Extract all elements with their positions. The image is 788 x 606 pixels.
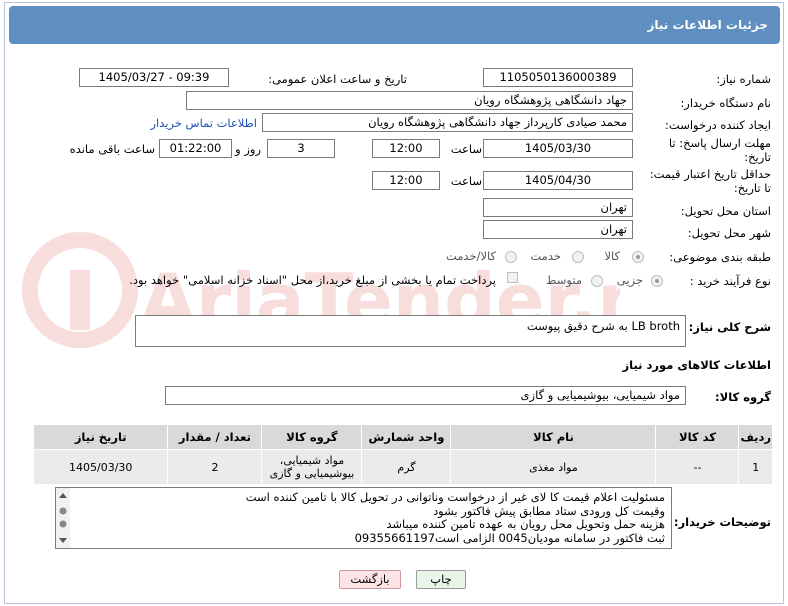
treasury-payment-checkbox[interactable] [507, 272, 518, 283]
goods-section-title: اطلاعات کالاهای مورد نیاز [622, 358, 771, 372]
remaining-label: ساعت باقی مانده [69, 142, 155, 156]
price-valid-label-2: تا تاریخ: [733, 181, 771, 195]
category-service-radio[interactable] [572, 251, 584, 263]
buyer-notes-label: توضیحات خریدار: [673, 515, 771, 529]
cell-row: 1 [738, 449, 773, 485]
creator-label: ایجاد کننده درخواست: [665, 118, 771, 132]
scroll-thumb-2[interactable] [59, 520, 67, 528]
days-field: 3 [267, 139, 335, 158]
process-medium-radio[interactable] [591, 275, 603, 287]
price-valid-date-field: 1405/04/30 [483, 171, 633, 190]
cell-group-line1: مواد شیمیایی، [279, 454, 345, 467]
process-partial-label: جزیی [616, 273, 643, 287]
col-code: کد کالا [655, 424, 740, 450]
price-valid-label-1: حداقل تاریخ اعتبار قیمت: [649, 167, 771, 181]
category-both-label: کالا/خدمت [445, 249, 496, 263]
province-label: استان محل تحویل: [680, 204, 771, 218]
general-desc-label: شرح کلی نیاز: [688, 320, 771, 334]
payment-note: پرداخت تمام یا بخشی از مبلغ خرید،از محل … [129, 273, 496, 287]
buyer-notes-field: مسئولیت اعلام قیمت کا لای غیر از درخواست… [55, 487, 672, 549]
cell-name: مواد مغذی [450, 449, 657, 485]
scroll-up-icon[interactable] [59, 493, 67, 498]
cell-date: 1405/03/30 [32, 449, 169, 485]
days-label: روز و [235, 142, 261, 156]
category-goods-label: کالا [604, 249, 620, 263]
scroll-thumb[interactable] [59, 507, 67, 515]
general-desc-field: LB broth به شرح دقیق پیوست [135, 315, 686, 347]
buyer-org-label: نام دستگاه خریدار: [680, 96, 771, 110]
cell-unit: گرم [361, 449, 452, 485]
goods-table: ردیف کد کالا نام کالا واحد شمارش گروه کا… [32, 424, 773, 485]
col-group: گروه کالا [261, 424, 363, 450]
buyer-note-line: هزینه حمل وتحویل محل رویان به عهده تامین… [386, 517, 665, 531]
goods-group-label: گروه کالا: [715, 390, 771, 404]
buyer-notes-scrollbar[interactable] [56, 488, 70, 548]
goods-group-field: مواد شیمیایی، بیوشیمیایی و گازی [165, 386, 686, 405]
table-row: 1 -- مواد مغذی گرم مواد شیمیایی، بیوشیمی… [32, 449, 773, 485]
need-number-label: شماره نیاز: [716, 72, 771, 86]
cell-code: -- [655, 449, 740, 485]
deadline-time-label: ساعت [450, 142, 482, 156]
process-label: نوع فرآیند خرید : [689, 274, 771, 288]
remaining-time-field: 01:22:00 [159, 139, 232, 158]
category-label: طبقه بندی موضوعی: [669, 250, 771, 264]
col-name: نام کالا [450, 424, 657, 450]
back-button[interactable]: بازگشت [339, 570, 401, 589]
announce-label: تاریخ و ساعت اعلان عمومی: [268, 72, 407, 86]
col-unit: واحد شمارش [361, 424, 452, 450]
need-number-field: 1105050136000389 [483, 68, 633, 87]
buyer-org-field: جهاد دانشگاهی پژوهشگاه رویان [186, 91, 633, 110]
city-field: تهران [483, 220, 633, 239]
deadline-label-1: مهلت ارسال پاسخ: تا [668, 136, 771, 150]
col-row: ردیف [738, 424, 773, 450]
title-bar: جزئیات اطلاعات نیاز [9, 6, 780, 44]
process-medium-label: متوسط [545, 273, 582, 287]
price-valid-time-label: ساعت [450, 174, 482, 188]
process-partial-radio[interactable] [651, 275, 663, 287]
cell-group: مواد شیمیایی، بیوشیمیایی و گازی [261, 449, 363, 485]
price-valid-time-field: 12:00 [372, 171, 440, 190]
deadline-time-field: 12:00 [372, 139, 440, 158]
contact-info-link[interactable]: اطلاعات تماس خریدار [150, 116, 257, 130]
creator-field: محمد صیادی کارپرداز جهاد دانشگاهی پژوهشگ… [262, 113, 633, 132]
scroll-down-icon[interactable] [59, 538, 67, 543]
buyer-note-line: مسئولیت اعلام قیمت کا لای غیر از درخواست… [245, 490, 665, 504]
goods-table-header: ردیف کد کالا نام کالا واحد شمارش گروه کا… [32, 424, 773, 450]
page-title: جزئیات اطلاعات نیاز [647, 18, 768, 32]
buyer-note-line: وقیمت کل ورودی ستاد مطابق پیش فاکتور بشو… [433, 503, 665, 518]
buyer-note-line: ثبت فاکتور در سامانه مودیان0045 الزامی ا… [354, 530, 665, 545]
col-date: تاریخ نیاز [32, 424, 169, 450]
deadline-date-field: 1405/03/30 [483, 139, 633, 158]
announce-date-field: 1405/03/27 - 09:39 [79, 68, 229, 87]
cell-qty: 2 [167, 449, 263, 485]
deadline-label-2: تاریخ: [744, 150, 771, 164]
col-qty: تعداد / مقدار [167, 424, 263, 450]
category-goods-radio[interactable] [632, 251, 644, 263]
province-field: تهران [483, 198, 633, 217]
print-button[interactable]: چاپ [416, 570, 466, 589]
city-label: شهر محل تحویل: [687, 226, 771, 240]
category-both-radio[interactable] [505, 251, 517, 263]
category-service-label: خدمت [530, 249, 561, 263]
cell-group-line2: بیوشیمیایی و گازی [269, 467, 355, 480]
